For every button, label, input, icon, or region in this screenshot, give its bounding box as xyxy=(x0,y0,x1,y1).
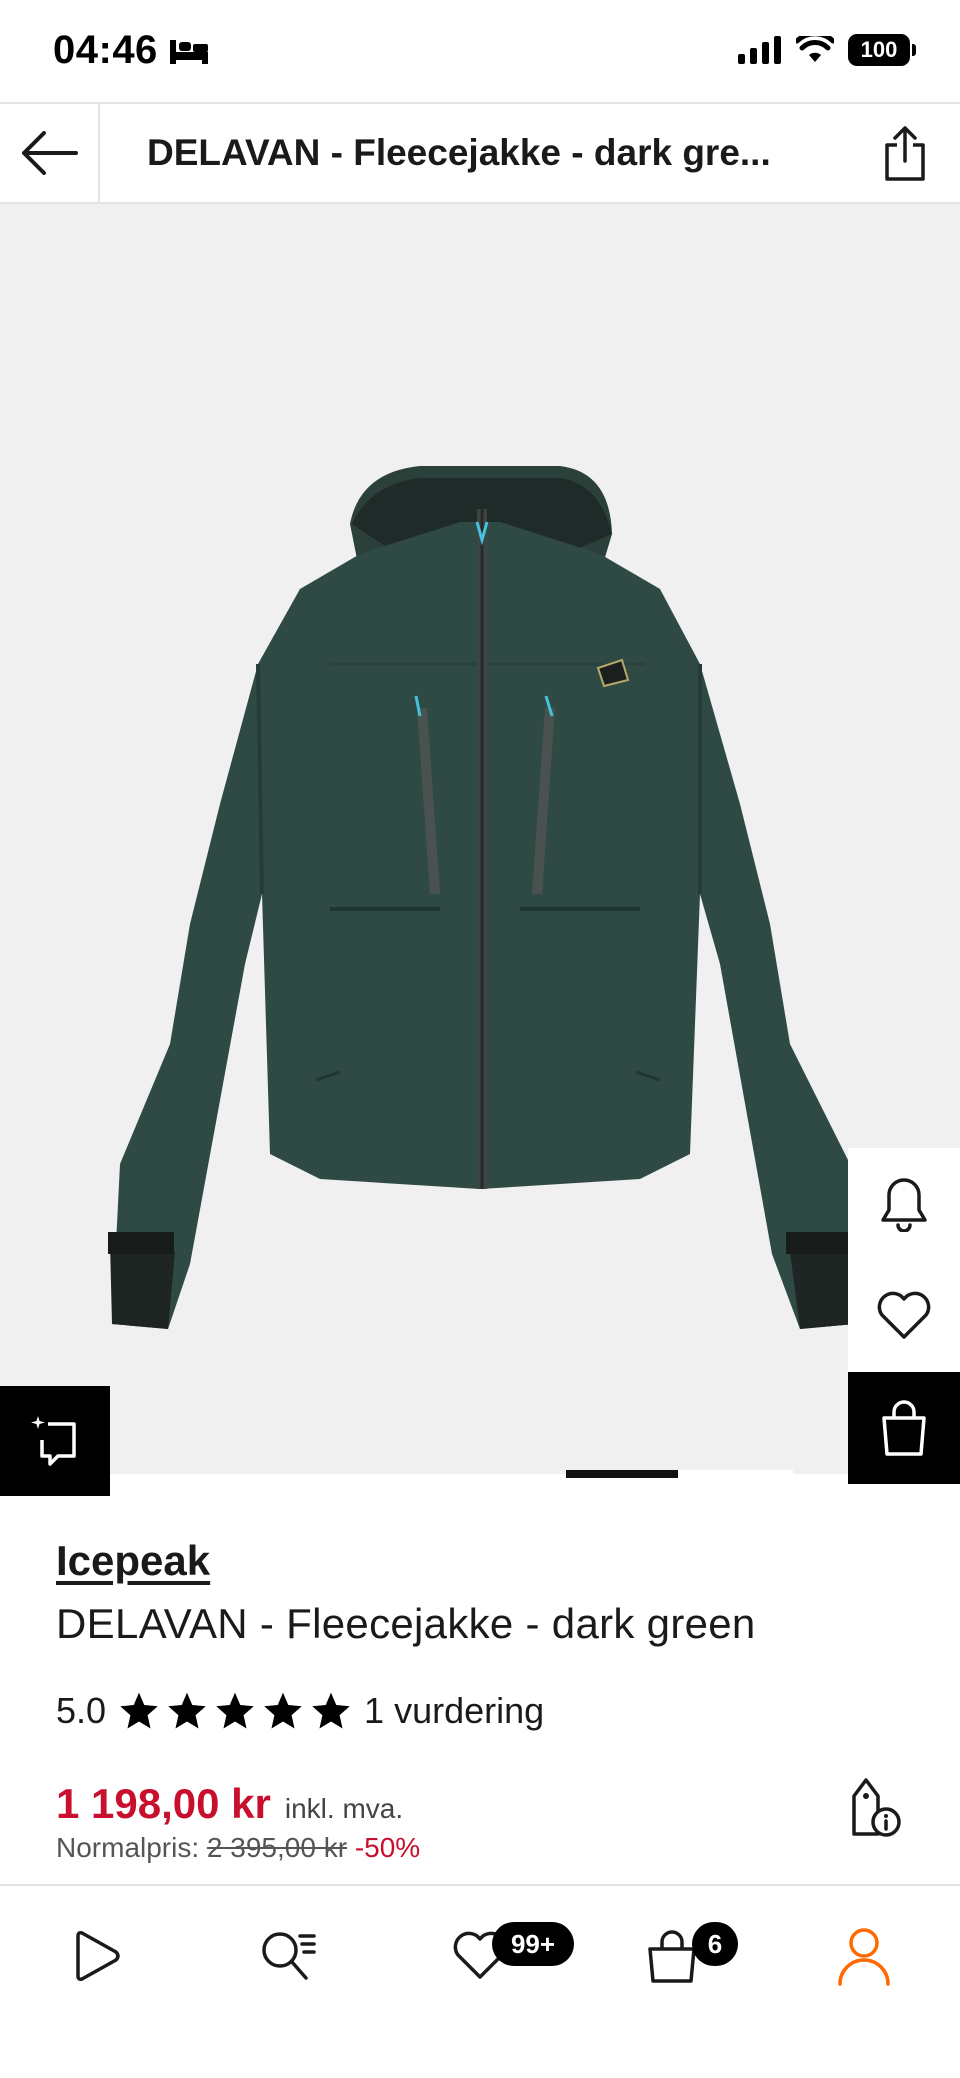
compare-icon xyxy=(31,1416,76,1466)
signal-icon xyxy=(738,36,781,64)
search-list-icon xyxy=(262,1932,316,1980)
product-title: DELAVAN - Fleecejakke - dark green xyxy=(56,1600,756,1647)
star-icon xyxy=(168,1692,206,1729)
share-icon xyxy=(885,126,925,181)
wishlist-badge: 99+ xyxy=(492,1922,574,1966)
side-actions xyxy=(848,1148,960,1484)
heart-icon xyxy=(877,1291,931,1339)
discount-badge: -50% xyxy=(354,1832,421,1863)
star-icon xyxy=(264,1692,302,1729)
status-indicators: 100 xyxy=(738,34,916,66)
product-image xyxy=(108,466,855,1329)
rating-row[interactable]: 5.0 1 vurdering xyxy=(56,1690,544,1732)
product-image-gallery[interactable] xyxy=(0,204,960,1474)
play-tab[interactable] xyxy=(56,1916,136,1996)
compare-button[interactable] xyxy=(0,1386,110,1496)
profile-tab[interactable] xyxy=(824,1916,904,1996)
gallery-pager-track xyxy=(678,1470,793,1478)
star-icon xyxy=(312,1692,350,1729)
battery-indicator: 100 xyxy=(848,34,916,66)
bell-icon xyxy=(881,1178,927,1232)
star-icon xyxy=(120,1692,158,1729)
sale-price: 1 198,00 kr xyxy=(56,1780,271,1827)
notify-button[interactable] xyxy=(848,1148,960,1260)
back-button[interactable] xyxy=(0,104,100,202)
rating-stars xyxy=(118,1690,352,1732)
share-button[interactable] xyxy=(850,104,960,202)
page-title: DELAVAN - Fleecejakke - dark gre... xyxy=(147,132,771,173)
star-icon xyxy=(216,1692,254,1729)
price-row: 1 198,00 kr inkl. mva. xyxy=(56,1780,403,1828)
bottom-tab-bar: 99+ 6 xyxy=(0,1884,960,2078)
rating-count: 1 vurdering xyxy=(364,1690,545,1731)
normal-price-row: Normalpris: 2 395,00 kr -50% xyxy=(56,1832,420,1864)
arrow-left-icon xyxy=(22,131,78,175)
sleep-mode-icon xyxy=(170,40,208,64)
normal-price-label: Normalpris: xyxy=(56,1832,200,1863)
price-tag-info-icon[interactable] xyxy=(846,1776,902,1838)
person-icon xyxy=(838,1928,890,1986)
shopping-bag-icon xyxy=(882,1400,926,1456)
wifi-icon xyxy=(796,36,834,62)
add-to-bag-button[interactable] xyxy=(848,1372,960,1484)
status-bar: 04:46 100 xyxy=(0,0,960,102)
gallery-pager-active xyxy=(566,1470,678,1478)
rating-value: 5.0 xyxy=(56,1690,107,1731)
top-navigation-bar: DELAVAN - Fleecejakke - dark gre... xyxy=(0,102,960,204)
bag-icon xyxy=(648,1930,696,1983)
normal-price: 2 395,00 kr xyxy=(206,1832,348,1863)
search-tab[interactable] xyxy=(248,1916,328,1996)
brand-link[interactable]: Icepeak xyxy=(56,1537,210,1585)
bag-badge: 6 xyxy=(692,1922,738,1966)
vat-note: inkl. mva. xyxy=(284,1793,404,1824)
wishlist-button[interactable] xyxy=(848,1260,960,1372)
status-time: 04:46 xyxy=(53,28,158,72)
play-icon xyxy=(76,1931,120,1981)
